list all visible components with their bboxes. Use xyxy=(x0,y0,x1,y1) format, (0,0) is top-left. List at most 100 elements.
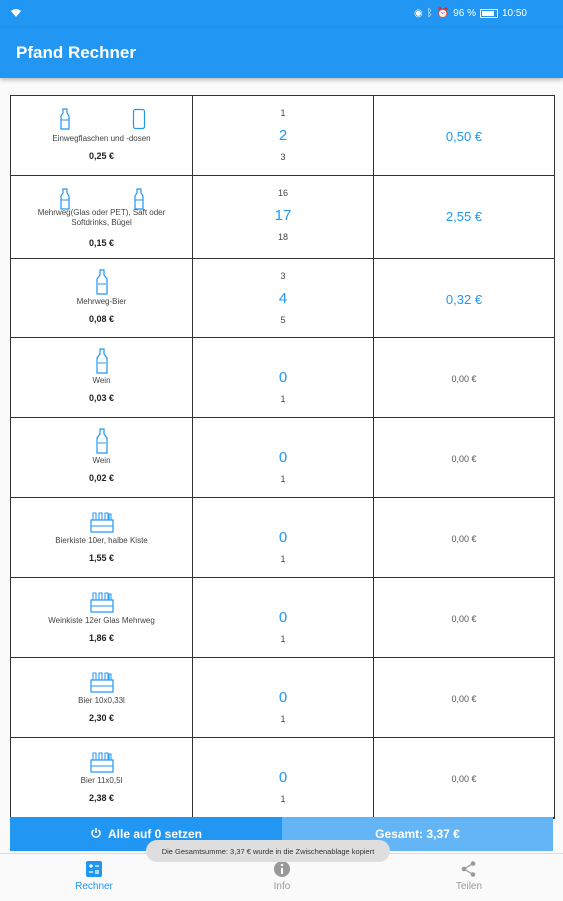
table-row: Bierkiste 10er, halbe Kiste 1,55 €0 1 0,00 … xyxy=(11,498,554,578)
table-row: Wein 0,02 €0 1 0,00 € xyxy=(11,418,554,498)
count-next[interactable]: 3 xyxy=(193,152,373,162)
toast-text: Die Gesamtsumme: 3,37 € wurde in die Zwi… xyxy=(161,846,375,856)
item-cell: Wein 0,02 € xyxy=(11,418,193,497)
count-current[interactable]: 0 xyxy=(193,769,373,786)
wine-bottle-icon xyxy=(90,348,114,374)
amount-cell: 0,32 € xyxy=(374,259,554,337)
item-label: Einwegflaschen und -dosen xyxy=(52,134,151,143)
bluetooth-icon: ᛒ xyxy=(426,8,433,19)
crate-icon xyxy=(89,588,114,614)
calculator-icon xyxy=(86,861,102,877)
item-label: Mehrweg(Glas oder PET), Saft oder Softdr… xyxy=(37,208,166,227)
count-previous[interactable]: 3 xyxy=(193,271,373,281)
battery-icon xyxy=(479,9,498,18)
count-next[interactable]: 1 xyxy=(193,474,373,484)
nav-info[interactable]: Info xyxy=(222,860,342,892)
item-cell: Einwegflaschen und -dosen 0,25 € xyxy=(11,96,193,175)
count-current[interactable]: 0 xyxy=(193,449,373,466)
item-price: 0,25 € xyxy=(88,151,115,161)
deposit-table: Einwegflaschen und -dosen 0,25 € 1 2 3 0,50 €… xyxy=(10,95,555,819)
count-next[interactable]: 1 xyxy=(193,634,373,644)
count-current[interactable]: 17 xyxy=(193,207,373,224)
battery-percent: 96 % xyxy=(453,8,476,19)
status-bar: ◉ ᛒ ⏰ 96 % 10:50 xyxy=(0,0,563,28)
item-amount: 0,00 € xyxy=(451,454,477,464)
count-next[interactable]: 1 xyxy=(193,554,373,564)
amount-cell: 0,00 € xyxy=(374,418,554,497)
item-price: 0,03 € xyxy=(88,393,115,403)
item-label: Bierkiste 10er, halbe Kiste xyxy=(55,536,148,545)
count-next[interactable]: 1 xyxy=(193,714,373,724)
count-previous[interactable]: 1 xyxy=(193,108,373,118)
clock: 10:50 xyxy=(501,8,527,19)
item-label: Mehrweg-Bier xyxy=(76,297,127,306)
table-row: Mehrweg-Bier 0,08 € 3 4 5 0,32 € xyxy=(11,259,554,338)
wine-bottle-icon xyxy=(90,428,114,454)
item-amount: 2,55 € xyxy=(445,209,483,224)
beer-bottle-icon xyxy=(90,269,114,295)
clipboard-toast: Die Gesamtsumme: 3,37 € wurde in die Zwi… xyxy=(146,840,390,862)
count-next[interactable]: 18 xyxy=(193,232,373,242)
total-label: Gesamt: 3,37 € xyxy=(375,827,460,841)
item-amount: 0,00 € xyxy=(451,614,477,624)
count-picker[interactable]: 3 4 5 xyxy=(193,259,374,337)
count-picker[interactable]: 01 xyxy=(193,658,374,737)
item-amount: 0,00 € xyxy=(451,694,477,704)
table-row: Bier 10x0,33l 2,30 €0 1 0,00 € xyxy=(11,658,554,738)
count-current[interactable]: 4 xyxy=(193,290,373,307)
item-cell: Bierkiste 10er, halbe Kiste 1,55 € xyxy=(11,498,193,577)
app-bar: Pfand Rechner xyxy=(0,28,563,78)
item-price: 0,02 € xyxy=(88,473,115,483)
nav-rechner[interactable]: Rechner xyxy=(34,860,154,892)
amount-cell: 0,00 € xyxy=(374,338,554,417)
wifi-icon xyxy=(10,8,22,21)
count-current[interactable]: 2 xyxy=(193,127,373,144)
count-picker[interactable]: 01 xyxy=(193,738,374,817)
count-current[interactable]: 0 xyxy=(193,529,373,546)
crate-icon xyxy=(89,508,114,534)
count-picker[interactable]: 1 2 3 xyxy=(193,96,374,175)
table-row: Wein 0,03 €0 1 0,00 € xyxy=(11,338,554,418)
app-title: Pfand Rechner xyxy=(16,43,136,62)
amount-cell: 0,50 € xyxy=(374,96,554,175)
item-label: Bier 10x0,33l xyxy=(78,696,125,705)
count-previous[interactable]: 16 xyxy=(193,188,373,198)
count-next[interactable]: 1 xyxy=(193,394,373,404)
amount-cell: 0,00 € xyxy=(374,738,554,817)
item-cell: Mehrweg-Bier 0,08 € xyxy=(11,259,193,337)
amount-cell: 0,00 € xyxy=(374,658,554,737)
item-cell: Bier 11x0,5l 2,38 € xyxy=(11,738,193,817)
item-price: 1,86 € xyxy=(88,633,115,643)
count-current[interactable]: 0 xyxy=(193,369,373,386)
count-picker[interactable]: 01 xyxy=(193,578,374,657)
can-icon xyxy=(127,106,151,132)
count-picker[interactable]: 01 xyxy=(193,338,374,417)
item-label: Wein xyxy=(92,456,111,465)
nav-info-label: Info xyxy=(273,881,291,892)
amount-cell: 0,00 € xyxy=(374,578,554,657)
count-picker[interactable]: 16 17 18 xyxy=(193,176,374,258)
amount-cell: 2,55 € xyxy=(374,176,554,258)
count-picker[interactable]: 01 xyxy=(193,498,374,577)
item-label: Wein xyxy=(92,376,111,385)
item-amount: 0,00 € xyxy=(451,774,477,784)
count-next[interactable]: 1 xyxy=(193,794,373,804)
item-price: 0,08 € xyxy=(88,314,115,324)
count-picker[interactable]: 01 xyxy=(193,418,374,497)
reset-all-label: Alle auf 0 setzen xyxy=(107,827,203,841)
bottle-icon xyxy=(53,106,77,132)
nav-teilen[interactable]: Teilen xyxy=(409,860,529,892)
amount-cell: 0,00 € xyxy=(374,498,554,577)
item-label: Weinkiste 12er Glas Mehrweg xyxy=(48,616,155,625)
item-amount: 0,00 € xyxy=(451,534,477,544)
count-current[interactable]: 0 xyxy=(193,689,373,706)
crate-icon xyxy=(89,748,114,774)
item-price: 1,55 € xyxy=(88,553,115,563)
count-current[interactable]: 0 xyxy=(193,609,373,626)
nav-teilen-label: Teilen xyxy=(455,881,483,892)
share-icon xyxy=(461,861,476,877)
crate-icon xyxy=(89,668,114,694)
count-next[interactable]: 5 xyxy=(193,315,373,325)
table-row: Weinkiste 12er Glas Mehrweg 1,86 €0 1 0,00 … xyxy=(11,578,554,658)
table-row: Mehrweg(Glas oder PET), Saft oder Softdr… xyxy=(11,176,554,259)
